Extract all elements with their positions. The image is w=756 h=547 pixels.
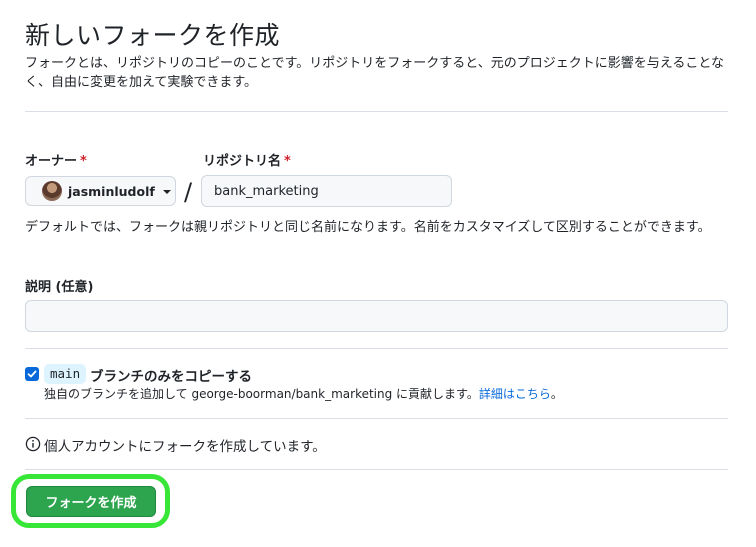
page-title: 新しいフォークを作成 (25, 21, 281, 50)
avatar (42, 181, 62, 201)
description-input[interactable] (25, 300, 728, 332)
divider (25, 418, 728, 419)
repo-name-label: リポジトリ名 (203, 154, 282, 169)
divider (25, 348, 728, 349)
info-icon (25, 436, 41, 452)
divider (25, 469, 728, 470)
create-fork-button[interactable]: フォークを作成 (26, 486, 156, 517)
owner-label-group: オーナー * (25, 150, 87, 169)
copy-help-suffix: 。 (550, 387, 563, 401)
repo-name-input[interactable] (201, 175, 452, 207)
owner-dropdown[interactable]: jasminludolf (25, 176, 176, 206)
page-intro: フォークとは、リポジトリのコピーのことです。リポジトリをフォークすると、元のプロ… (25, 56, 725, 90)
divider (25, 111, 728, 112)
repo-name-help: デフォルトでは、フォークは親リポジトリと同じ名前になります。名前をカスタマイズし… (25, 220, 711, 235)
account-note: 個人アカウントにフォークを作成しています。 (44, 439, 326, 455)
owner-repo-separator: / (184, 178, 193, 206)
branch-name-code: main (44, 364, 87, 384)
caret-down-icon (162, 190, 171, 194)
learn-more-link[interactable]: 詳細はこちら (479, 387, 551, 401)
owner-label: オーナー (25, 154, 78, 169)
copy-main-only-help: 独自のブランチを追加して george-boorman/bank_marketi… (44, 385, 563, 402)
description-label: 説明 (任意) (25, 280, 94, 295)
checkmark-icon (27, 370, 37, 378)
required-mark: * (284, 154, 291, 169)
repo-name-label-group: リポジトリ名 * (203, 150, 291, 169)
copy-main-only-checkbox[interactable] (25, 367, 39, 381)
copy-main-only-label[interactable]: ブランチのみをコピーする (90, 365, 252, 385)
owner-name: jasminludolf (68, 183, 155, 199)
required-mark: * (80, 154, 87, 169)
copy-help-text: 独自のブランチを追加して george-boorman/bank_marketi… (44, 387, 479, 401)
